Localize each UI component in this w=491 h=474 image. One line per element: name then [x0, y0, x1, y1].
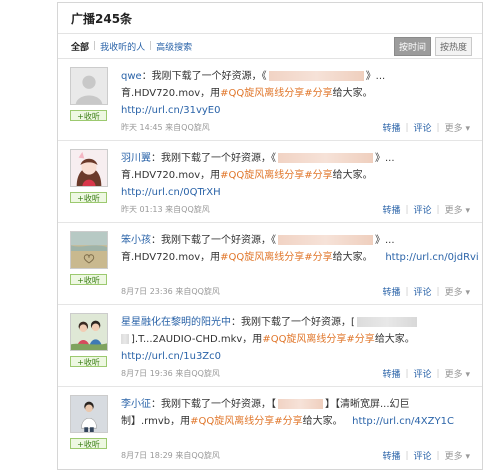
anime-girl-avatar-icon [71, 150, 107, 186]
page-title: 广播245条 [71, 11, 133, 26]
forward-button[interactable]: 转播 [377, 285, 405, 298]
post-time[interactable]: 8月7日 23:36 [121, 286, 173, 297]
share-link[interactable]: http://url.cn/0QTrXH [121, 187, 221, 198]
sort-by-heat-button[interactable]: 按热度 [434, 36, 472, 56]
feed-item: +收听 星星融化在黎明的阳光中：我刚下载了一个好资源，[ ].T...2AUDI… [58, 305, 482, 387]
more-menu[interactable]: 更多 ▾ [440, 367, 470, 380]
comment-button[interactable]: 评论 [409, 367, 437, 380]
broadcast-feed: +收听 qwe：我刚下载了一个好资源，《 》... 育.HDV720.mov，用#… [58, 59, 482, 469]
post-meta: 8月7日 23:36 来自QQ旋风 转播 | 评论 | 更多 ▾ [121, 285, 470, 299]
more-menu[interactable]: 更多 ▾ [440, 285, 470, 298]
post-time[interactable]: 昨天 14:45 [121, 122, 163, 133]
post-time[interactable]: 8月7日 19:36 [121, 368, 173, 379]
topic-tag[interactable]: #QQ旋风离线分享#分享 [262, 334, 375, 345]
post-content: 羽川翼：我刚下载了一个好资源，《 》... 育.HDV720.mov，用#QQ旋风… [121, 153, 395, 198]
redacted-title [278, 399, 323, 409]
redacted-title [278, 235, 373, 245]
forward-button[interactable]: 转播 [377, 367, 405, 380]
redacted-title [356, 317, 417, 327]
tab-following[interactable]: 我收听的人 [96, 40, 149, 53]
topic-tag[interactable]: #QQ旋风离线分享#分享 [220, 170, 333, 181]
post-meta: 昨天 14:45 来自QQ旋风 转播 | 评论 | 更多 ▾ [121, 121, 470, 135]
redacted-title [278, 153, 373, 163]
feed-item: +收听 羽川翼：我刚下载了一个好资源，《 》... 育.HDV720.mov，用#… [58, 141, 482, 223]
avatar[interactable] [70, 395, 108, 433]
forward-button[interactable]: 转播 [377, 449, 405, 462]
author-name[interactable]: qwe [121, 71, 142, 82]
broadcast-panel: 广播245条 全部 | 我收听的人 | 高级搜索 按时间 按热度 +收听 qwe… [57, 2, 483, 470]
chevron-down-icon: ▾ [462, 370, 470, 380]
feed-item: +收听 李小征：我刚下载了一个好资源，【 】【清晰宽屏...幻巨 制】.rmvb，… [58, 387, 482, 469]
follow-button[interactable]: +收听 [70, 192, 107, 203]
share-link[interactable]: http://url.cn/4XZY1C [352, 416, 454, 427]
post-source[interactable]: 来自QQ旋风 [175, 450, 220, 461]
follow-button[interactable]: +收听 [70, 110, 107, 121]
avatar[interactable] [70, 231, 108, 269]
person-photo-avatar-icon [71, 396, 107, 432]
default-avatar-icon [71, 68, 107, 104]
post-content: qwe：我刚下载了一个好资源，《 》... 育.HDV720.mov，用#QQ旋风… [121, 71, 386, 116]
feed-item: +收听 qwe：我刚下载了一个好资源，《 》... 育.HDV720.mov，用#… [58, 59, 482, 141]
chevron-down-icon: ▾ [462, 124, 470, 134]
topic-tag[interactable]: #QQ旋风离线分享#分享 [190, 416, 303, 427]
more-menu[interactable]: 更多 ▾ [440, 121, 470, 134]
post-time[interactable]: 昨天 01:13 [121, 204, 163, 215]
couple-avatar-icon [71, 314, 107, 350]
tab-all[interactable]: 全部 [71, 40, 93, 53]
redacted-title [268, 71, 364, 81]
filter-toolbar: 全部 | 我收听的人 | 高级搜索 按时间 按热度 [58, 34, 482, 59]
more-menu[interactable]: 更多 ▾ [440, 203, 470, 216]
topic-tag[interactable]: #QQ旋风离线分享#分享 [220, 88, 333, 99]
author-name[interactable]: 羽川翼 [121, 153, 151, 164]
comment-button[interactable]: 评论 [409, 121, 437, 134]
share-link[interactable]: http://url.cn/0jdRvi [385, 252, 478, 263]
post-content: 笨小孩：我刚下载了一个好资源，《 》... 育.HDV720.mov，用#QQ旋风… [121, 235, 479, 263]
post-meta: 8月7日 18:29 来自QQ旋风 转播 | 评论 | 更多 ▾ [121, 449, 470, 463]
follow-button[interactable]: +收听 [70, 356, 107, 367]
post-content: 李小征：我刚下载了一个好资源，【 】【清晰宽屏...幻巨 制】.rmvb，用#QQ… [121, 399, 454, 427]
author-name[interactable]: 李小征 [121, 399, 151, 410]
comment-button[interactable]: 评论 [409, 285, 437, 298]
post-meta: 8月7日 19:36 来自QQ旋风 转播 | 评论 | 更多 ▾ [121, 367, 470, 381]
follow-button[interactable]: +收听 [70, 274, 107, 285]
share-link[interactable]: http://url.cn/31vyE0 [121, 105, 221, 116]
forward-button[interactable]: 转播 [377, 203, 405, 216]
topic-tag[interactable]: #QQ旋风离线分享#分享 [220, 252, 333, 263]
more-menu[interactable]: 更多 ▾ [440, 449, 470, 462]
chevron-down-icon: ▾ [462, 452, 470, 462]
post-content: 星星融化在黎明的阳光中：我刚下载了一个好资源，[ ].T...2AUDIO-CH… [121, 314, 470, 365]
sort-by-time-button[interactable]: 按时间 [393, 36, 431, 56]
comment-button[interactable]: 评论 [409, 203, 437, 216]
post-source[interactable]: 来自QQ旋风 [175, 368, 220, 379]
post-source[interactable]: 来自QQ旋风 [165, 204, 210, 215]
follow-button[interactable]: +收听 [70, 438, 107, 449]
post-source[interactable]: 来自QQ旋风 [165, 122, 210, 133]
post-time[interactable]: 8月7日 18:29 [121, 450, 173, 461]
forward-button[interactable]: 转播 [377, 121, 405, 134]
author-name[interactable]: 星星融化在黎明的阳光中 [121, 317, 231, 328]
post-meta: 昨天 01:13 来自QQ旋风 转播 | 评论 | 更多 ▾ [121, 203, 470, 217]
panel-header: 广播245条 [58, 3, 482, 34]
post-source[interactable]: 来自QQ旋风 [175, 286, 220, 297]
share-link[interactable]: http://url.cn/1u3Zc0 [121, 351, 221, 362]
avatar[interactable] [70, 313, 108, 351]
beach-avatar-icon [71, 232, 107, 268]
author-name[interactable]: 笨小孩 [121, 235, 151, 246]
avatar[interactable] [70, 149, 108, 187]
avatar[interactable] [70, 67, 108, 105]
chevron-down-icon: ▾ [462, 288, 470, 298]
tab-advanced-search[interactable]: 高级搜索 [152, 40, 196, 53]
chevron-down-icon: ▾ [462, 206, 470, 216]
feed-item: +收听 笨小孩：我刚下载了一个好资源，《 》... 育.HDV720.mov，用#… [58, 223, 482, 305]
comment-button[interactable]: 评论 [409, 449, 437, 462]
